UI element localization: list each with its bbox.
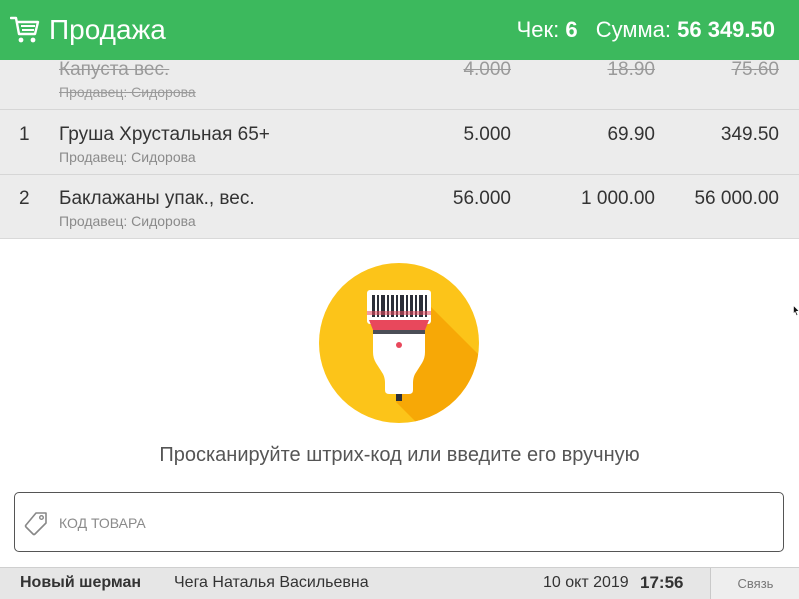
barcode-scanner-icon <box>319 263 479 423</box>
current-time: 17:56 <box>640 573 684 592</box>
current-date: 10 окт 2019 <box>543 574 629 591</box>
table-row[interactable]: Капуста вес. Продавец: Сидорова 4.000 18… <box>0 60 799 110</box>
item-number: 1 <box>19 124 30 145</box>
item-seller: Продавец: Сидорова <box>59 84 196 100</box>
item-price: 69.90 <box>607 124 655 145</box>
check-number: 6 <box>565 17 578 42</box>
item-quantity: 4.000 <box>463 60 511 80</box>
item-seller: Продавец: Сидорова <box>59 213 196 229</box>
mouse-cursor-icon <box>793 305 799 317</box>
cart-icon <box>10 16 40 43</box>
item-quantity: 56.000 <box>452 188 511 209</box>
header-bar: Продажа Чек: 6 Сумма: 56 349.50 <box>0 0 799 60</box>
status-bar: Новый шерман Чега Наталья Васильевна 10 … <box>0 567 799 599</box>
page-title: Продажа <box>49 14 166 45</box>
item-total: 75.60 <box>731 60 779 80</box>
cashier-name: Чега Наталья Васильевна <box>174 574 369 591</box>
product-code-field[interactable] <box>14 492 784 553</box>
sum-value: 56 349.50 <box>677 17 775 42</box>
table-row[interactable]: 2 Баклажаны упак., вес. Продавец: Сидоро… <box>0 176 799 238</box>
sum-label: Сумма: <box>595 17 671 42</box>
item-total: 349.50 <box>720 124 779 145</box>
receipt-summary: Чек: 6 Сумма: 56 349.50 <box>517 15 775 45</box>
item-name: Капуста вес. <box>59 60 170 80</box>
item-seller: Продавец: Сидорова <box>59 149 196 165</box>
receipt-items-list[interactable]: Капуста вес. Продавец: Сидорова 4.000 18… <box>0 60 799 239</box>
item-price: 1 000.00 <box>581 188 655 209</box>
item-price: 18.90 <box>607 60 655 80</box>
check-label: Чек: <box>516 17 560 42</box>
product-code-input[interactable] <box>57 493 776 553</box>
item-number: 2 <box>19 188 30 209</box>
scan-hint: Просканируйте штрих-код или введите его … <box>159 444 640 466</box>
connection-button[interactable]: Связь <box>710 568 799 599</box>
item-quantity: 5.000 <box>463 124 511 145</box>
store-name: Новый шерман <box>20 574 142 591</box>
tag-icon <box>24 512 47 536</box>
item-name: Баклажаны упак., вес. <box>59 188 255 209</box>
table-row[interactable]: 1 Груша Хрустальная 65+ Продавец: Сидоро… <box>0 112 799 175</box>
item-total: 56 000.00 <box>694 188 779 209</box>
item-name: Груша Хрустальная 65+ <box>59 124 270 145</box>
